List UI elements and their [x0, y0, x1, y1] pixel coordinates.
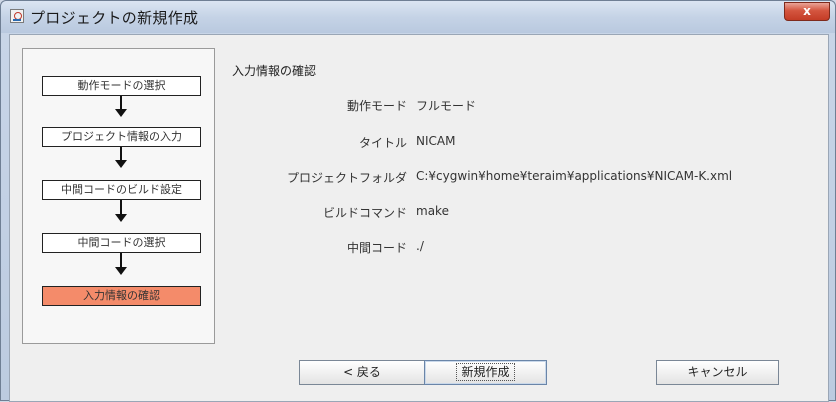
step-arrow-line	[120, 253, 122, 268]
section-title: 入力情報の確認	[232, 64, 317, 78]
back-button[interactable]: < 戻る	[299, 360, 425, 385]
close-icon: x	[803, 4, 811, 18]
step-arrow-line	[120, 147, 122, 161]
field-value-project-folder: C:¥cygwin¥home¥teraim¥applications¥NICAM…	[416, 169, 733, 183]
step-intermediate-code: 中間コードの選択	[42, 233, 201, 253]
field-label-mode: 動作モード	[346, 99, 407, 113]
field-label-title: タイトル	[358, 136, 407, 150]
step-arrow-icon	[115, 267, 127, 275]
field-label-build-command: ビルドコマンド	[322, 206, 407, 220]
field-value-build-command: make	[416, 204, 449, 218]
close-button[interactable]: x	[784, 2, 830, 21]
dialog-window: プロジェクトの新規作成 x 動作モードの選択 プロジェクト情報の入力 中間コード…	[0, 0, 836, 402]
field-label-project-folder: プロジェクトフォルダ	[286, 171, 407, 185]
step-arrow-line	[120, 96, 122, 110]
java-app-icon	[10, 9, 24, 23]
create-button-label: 新規作成	[456, 363, 515, 381]
step-mode-select: 動作モードの選択	[42, 76, 201, 96]
step-arrow-icon	[115, 160, 127, 168]
field-value-mode: フルモード	[416, 99, 477, 113]
field-value-intermediate-code: ./	[416, 239, 424, 253]
field-label-intermediate-code: 中間コード	[346, 241, 407, 255]
cancel-button[interactable]: キャンセル	[656, 360, 779, 385]
step-build-settings: 中間コードのビルド設定	[42, 180, 201, 200]
step-confirm-input: 入力情報の確認	[42, 286, 201, 306]
field-value-title: NICAM	[416, 134, 456, 148]
create-button[interactable]: 新規作成	[424, 360, 547, 385]
step-arrow-line	[120, 200, 122, 215]
step-arrow-icon	[115, 109, 127, 117]
step-arrow-icon	[115, 214, 127, 222]
step-project-info: プロジェクト情報の入力	[42, 127, 201, 147]
title-bar[interactable]: プロジェクトの新規作成 x	[1, 1, 835, 33]
window-title: プロジェクトの新規作成	[30, 9, 199, 27]
